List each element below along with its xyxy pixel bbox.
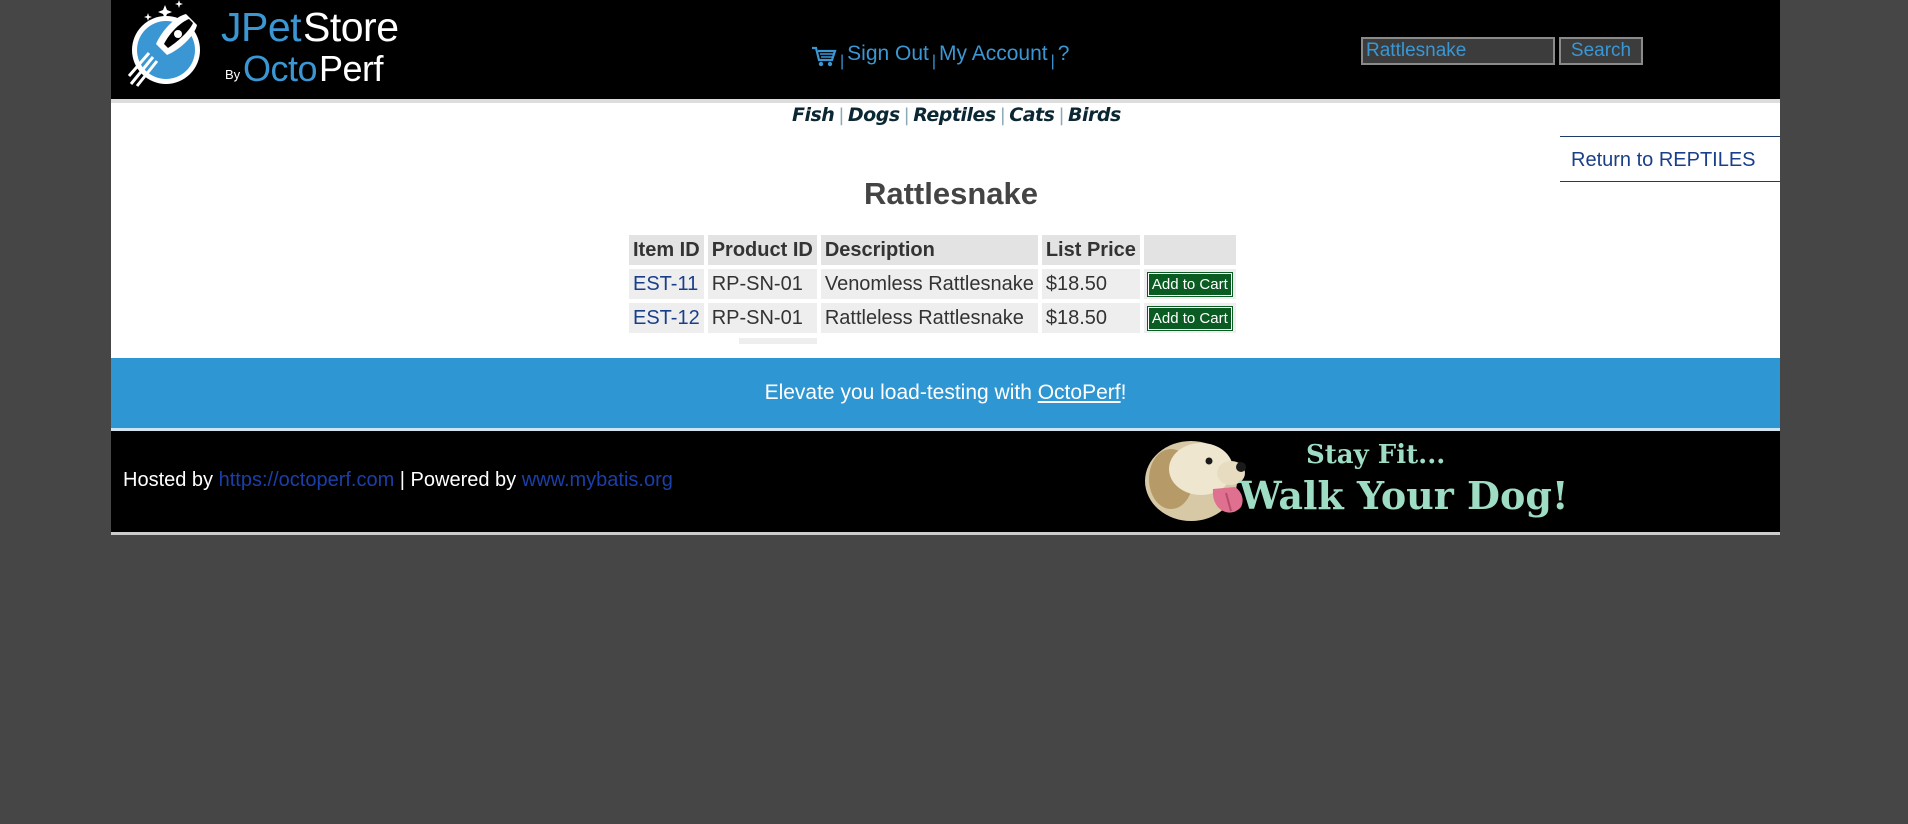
item-id-link[interactable]: EST-12 [629, 303, 704, 333]
add-to-cart-button[interactable]: Add to Cart [1146, 272, 1233, 297]
walk-your-dog-banner: Stay Fit... Walk Your Dog! [1145, 440, 1569, 521]
promo-text: Elevate you load-testing with [764, 381, 1038, 404]
logo-text-store: Store [303, 4, 399, 50]
quicklink-separator: | [903, 105, 910, 126]
logo-text-perf: Perf [319, 48, 384, 89]
menu-separator: | [1050, 53, 1055, 70]
column-header-list-price: List Price [1041, 235, 1140, 265]
return-to-category-link[interactable]: Return to REPTILES [1560, 136, 1780, 182]
description-cell: Venomless Rattlesnake [820, 269, 1038, 299]
powered-by-label: | Powered by [394, 469, 522, 491]
quicklink-birds[interactable]: Birds [1068, 104, 1121, 126]
promo-text-end: ! [1120, 381, 1127, 404]
promo-banner: Elevate you load-testing with OctoPerf! [111, 358, 1780, 431]
menu-separator: | [931, 53, 937, 70]
logo-text-by: By [225, 67, 241, 82]
quicklink-separator: | [838, 105, 844, 126]
item-table: Item ID Product ID Description List Pric… [625, 231, 1240, 337]
table-row: EST-11 RP-SN-01 Venomless Rattlesnake $1… [629, 269, 1236, 299]
price-cell: $18.50 [1041, 303, 1140, 333]
logo-text-jpet: JPet [221, 4, 302, 50]
shopping-cart-icon[interactable] [811, 46, 837, 68]
hosted-by-label: Hosted by [123, 469, 219, 491]
quicklink-reptiles[interactable]: Reptiles [913, 104, 996, 126]
action-cell: Add to Cart [1143, 303, 1236, 333]
header-menu: | Sign Out | My Account |? [811, 38, 1070, 70]
banner-line-1: Stay Fit... [1306, 440, 1445, 470]
jpetstore-logo[interactable]: JPet Store By Octo Perf [123, 0, 403, 92]
product-id-cell: RP-SN-01 [707, 269, 817, 299]
quicklink-separator: | [1058, 105, 1065, 126]
quicklink-fish[interactable]: Fish [792, 104, 835, 126]
empty-table-cell [739, 338, 817, 344]
powered-by-text: Hosted by https://octoperf.com | Powered… [123, 469, 673, 492]
table-header-row: Item ID Product ID Description List Pric… [629, 235, 1236, 265]
product-id-cell: RP-SN-01 [707, 303, 817, 333]
octoperf-link[interactable]: OctoPerf [1038, 381, 1121, 404]
column-header-description: Description [820, 235, 1038, 265]
header: JPet Store By Octo Perf | Sign Out | My Acc… [111, 0, 1780, 103]
my-account-link[interactable]: My Account [939, 42, 1048, 65]
hosted-by-link[interactable]: https://octoperf.com [219, 469, 395, 491]
description-cell: Rattleless Rattlesnake [820, 303, 1038, 333]
quicklink-cats[interactable]: Cats [1009, 104, 1055, 126]
category-quicklinks: Fish | Dogs | Reptiles | Cats | Birds [792, 104, 1121, 126]
rocket-logo-icon [127, 0, 200, 87]
item-id-link[interactable]: EST-11 [629, 269, 704, 299]
help-link[interactable]: ? [1058, 42, 1070, 65]
quicklink-dogs[interactable]: Dogs [848, 104, 900, 126]
logo-text-octo: Octo [243, 48, 318, 89]
search-button[interactable]: Search [1559, 37, 1643, 65]
menu-separator: | [840, 53, 845, 70]
search-input[interactable] [1361, 37, 1555, 65]
action-cell: Add to Cart [1143, 269, 1236, 299]
sign-out-link[interactable]: Sign Out [847, 42, 929, 65]
add-to-cart-button[interactable]: Add to Cart [1146, 306, 1233, 331]
table-row: EST-12 RP-SN-01 Rattleless Rattlesnake $… [629, 303, 1236, 333]
quicklink-separator: | [999, 105, 1006, 126]
column-header-item-id: Item ID [629, 235, 704, 265]
product-title: Rattlesnake [863, 176, 1039, 211]
page: JPet Store By Octo Perf | Sign Out | My Acc… [111, 0, 1780, 535]
banner-line-2: Walk Your Dog! [1238, 473, 1569, 518]
powered-by-link[interactable]: www.mybatis.org [522, 469, 673, 491]
footer: Hosted by https://octoperf.com | Powered… [111, 431, 1780, 535]
price-cell: $18.50 [1041, 269, 1140, 299]
column-header-action [1143, 235, 1236, 265]
column-header-product-id: Product ID [707, 235, 817, 265]
search-form: Search [1361, 37, 1643, 65]
